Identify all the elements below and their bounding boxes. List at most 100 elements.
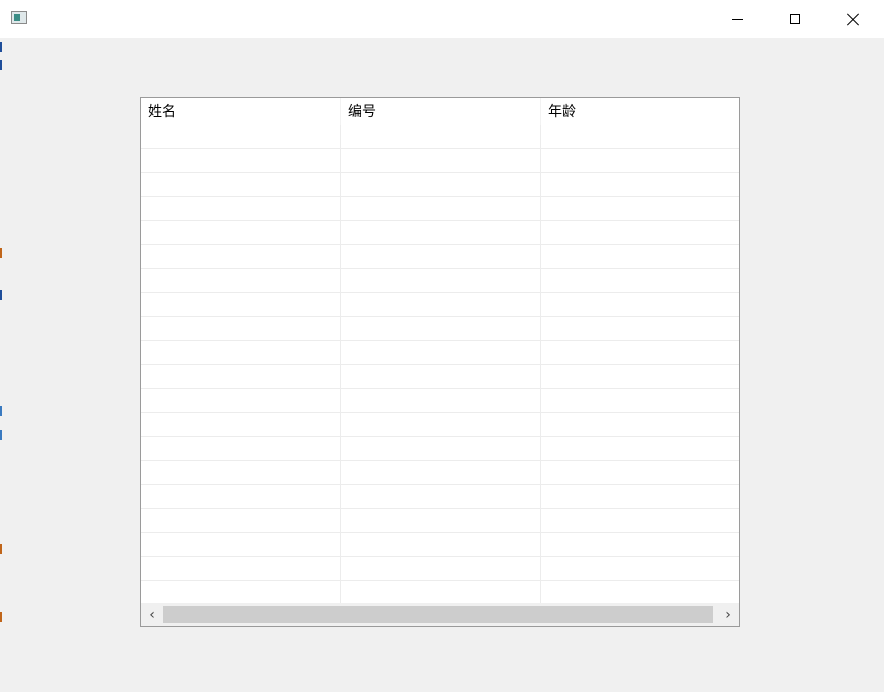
table-cell[interactable] xyxy=(341,269,541,293)
table-cell[interactable] xyxy=(541,437,739,461)
table-cell[interactable] xyxy=(141,269,341,293)
table-cell[interactable] xyxy=(541,125,739,149)
table-cell[interactable] xyxy=(141,413,341,437)
close-button[interactable] xyxy=(824,0,882,38)
maximize-button[interactable] xyxy=(766,0,824,38)
table-cell[interactable] xyxy=(341,581,541,605)
table-cell[interactable] xyxy=(341,293,541,317)
scroll-left-icon[interactable]: ‹ xyxy=(141,603,163,626)
edge-mark xyxy=(0,430,2,440)
maximize-icon xyxy=(790,14,800,24)
table-row[interactable] xyxy=(141,413,739,437)
table-cell[interactable] xyxy=(141,533,341,557)
table-cell[interactable] xyxy=(341,317,541,341)
table-cell[interactable] xyxy=(341,197,541,221)
table-cell[interactable] xyxy=(341,485,541,509)
table-cell[interactable] xyxy=(141,197,341,221)
table-cell[interactable] xyxy=(541,413,739,437)
table-cell[interactable] xyxy=(341,557,541,581)
table-cell[interactable] xyxy=(541,581,739,605)
table-cell[interactable] xyxy=(541,341,739,365)
background-window-edge xyxy=(212,688,312,692)
column-header-age[interactable]: 年龄 xyxy=(541,98,739,125)
table-cell[interactable] xyxy=(541,149,739,173)
table-cell[interactable] xyxy=(541,269,739,293)
minimize-button[interactable] xyxy=(708,0,766,38)
table-cell[interactable] xyxy=(341,533,541,557)
table-row[interactable] xyxy=(141,173,739,197)
table-cell[interactable] xyxy=(541,509,739,533)
table-cell[interactable] xyxy=(141,581,341,605)
table-cell[interactable] xyxy=(541,365,739,389)
table-cell[interactable] xyxy=(341,509,541,533)
table-row[interactable] xyxy=(141,317,739,341)
horizontal-scrollbar[interactable]: ‹ › xyxy=(141,603,739,626)
table-cell[interactable] xyxy=(341,125,541,149)
table-cell[interactable] xyxy=(541,221,739,245)
table-row[interactable] xyxy=(141,389,739,413)
table-header: 姓名 编号 年龄 xyxy=(141,98,739,125)
table-cell[interactable] xyxy=(141,245,341,269)
close-icon xyxy=(847,13,859,25)
table-cell[interactable] xyxy=(341,149,541,173)
table-row[interactable] xyxy=(141,557,739,581)
table-widget[interactable]: 姓名 编号 年龄 ‹ › xyxy=(140,97,740,627)
table-row[interactable] xyxy=(141,461,739,485)
table-row[interactable] xyxy=(141,245,739,269)
edge-mark xyxy=(0,290,2,300)
table-cell[interactable] xyxy=(141,317,341,341)
table-row[interactable] xyxy=(141,509,739,533)
table-row[interactable] xyxy=(141,581,739,605)
table-cell[interactable] xyxy=(141,125,341,149)
table-cell[interactable] xyxy=(141,485,341,509)
table-row[interactable] xyxy=(141,341,739,365)
table-row[interactable] xyxy=(141,269,739,293)
table-cell[interactable] xyxy=(341,461,541,485)
table-cell[interactable] xyxy=(341,173,541,197)
table-cell[interactable] xyxy=(341,341,541,365)
edge-mark xyxy=(0,612,2,622)
table-cell[interactable] xyxy=(141,509,341,533)
table-cell[interactable] xyxy=(541,173,739,197)
table-cell[interactable] xyxy=(141,149,341,173)
table-cell[interactable] xyxy=(141,365,341,389)
table-cell[interactable] xyxy=(541,197,739,221)
table-cell[interactable] xyxy=(141,341,341,365)
table-row[interactable] xyxy=(141,485,739,509)
table-body xyxy=(141,125,739,605)
table-cell[interactable] xyxy=(341,365,541,389)
table-row[interactable] xyxy=(141,221,739,245)
table-row[interactable] xyxy=(141,437,739,461)
column-header-id[interactable]: 编号 xyxy=(341,98,541,125)
table-row[interactable] xyxy=(141,365,739,389)
table-cell[interactable] xyxy=(541,485,739,509)
table-row[interactable] xyxy=(141,293,739,317)
table-cell[interactable] xyxy=(141,389,341,413)
table-row[interactable] xyxy=(141,149,739,173)
table-cell[interactable] xyxy=(541,461,739,485)
table-cell[interactable] xyxy=(141,437,341,461)
table-row[interactable] xyxy=(141,533,739,557)
table-cell[interactable] xyxy=(541,389,739,413)
column-header-name[interactable]: 姓名 xyxy=(141,98,341,125)
table-cell[interactable] xyxy=(541,533,739,557)
table-cell[interactable] xyxy=(341,437,541,461)
table-cell[interactable] xyxy=(141,293,341,317)
table-row[interactable] xyxy=(141,125,739,149)
table-cell[interactable] xyxy=(141,557,341,581)
table-cell[interactable] xyxy=(341,413,541,437)
table-row[interactable] xyxy=(141,197,739,221)
table-cell[interactable] xyxy=(141,221,341,245)
scrollbar-thumb[interactable] xyxy=(163,606,713,623)
table-cell[interactable] xyxy=(341,389,541,413)
table-cell[interactable] xyxy=(141,173,341,197)
table-cell[interactable] xyxy=(341,221,541,245)
minimize-icon xyxy=(731,18,743,20)
table-cell[interactable] xyxy=(541,293,739,317)
table-cell[interactable] xyxy=(541,557,739,581)
table-cell[interactable] xyxy=(141,461,341,485)
table-cell[interactable] xyxy=(341,245,541,269)
table-cell[interactable] xyxy=(541,245,739,269)
table-cell[interactable] xyxy=(541,317,739,341)
scroll-right-icon[interactable]: › xyxy=(717,603,739,626)
